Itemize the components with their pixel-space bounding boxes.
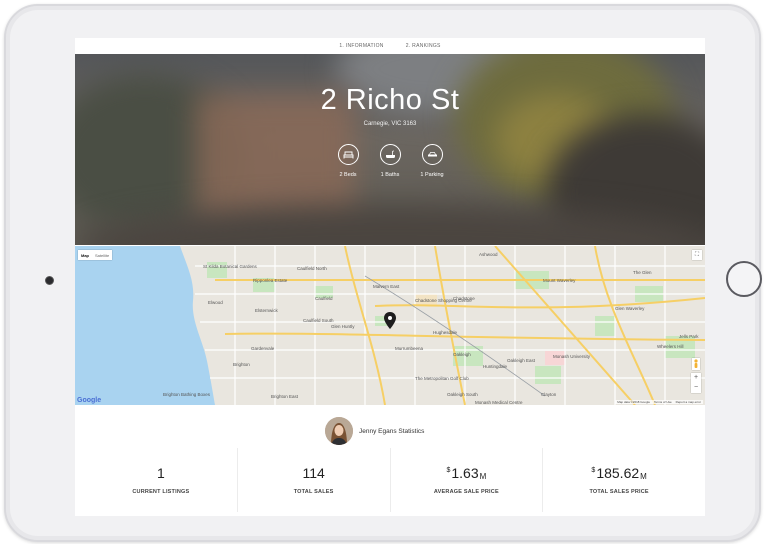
map-canvas: St Kilda Botanical Gardens Ripponlea Est… <box>75 246 705 405</box>
map-label: Chadstone <box>453 296 475 301</box>
map-label: Brighton Bathing Boxes <box>163 392 211 397</box>
map-label: Caulfield <box>315 296 333 301</box>
stat-label: AVERAGE SALE PRICE <box>433 489 499 495</box>
property-address: 2 Richo St <box>320 84 460 116</box>
map-label: Ripponlea Estate <box>253 278 288 283</box>
zoom-in-button[interactable]: + <box>691 373 701 383</box>
agent-stats: 1 CURRENT LISTINGS 114 TOTAL SALES $ 1.6… <box>85 448 695 512</box>
map-label: Ashwood <box>479 252 498 257</box>
map-label: Monash University <box>553 354 591 359</box>
property-hero: 2 Richo St Carnegie, VIC 3163 2 Beds 1 B… <box>75 54 705 245</box>
car-icon <box>421 144 443 165</box>
map-label: Oakleigh East <box>507 358 536 363</box>
map-label: Oakleigh <box>453 352 471 357</box>
stat-total-sales: 114 TOTAL SALES <box>238 448 391 512</box>
stat-value: 1.63 <box>451 465 479 481</box>
app-screen: 1. INFORMATION 2. RANKINGS 2 Richo St Ca… <box>75 38 705 516</box>
property-marker-icon[interactable] <box>384 312 396 329</box>
google-logo: Google <box>77 397 102 404</box>
stat-label: TOTAL SALES PRICE <box>589 489 649 495</box>
nav-information[interactable]: 1. INFORMATION <box>339 43 383 49</box>
map-label: The Metropolitan Golf Club <box>415 376 469 381</box>
feature-parking: 1 Parking <box>417 144 447 178</box>
bath-icon <box>379 144 401 165</box>
avatar <box>325 417 353 445</box>
map-label: Caulfield South <box>303 318 334 323</box>
map-label: Caulfield North <box>297 266 327 271</box>
map-label: St Kilda Botanical Gardens <box>203 264 258 269</box>
map-label: Malvern East <box>373 284 400 289</box>
top-nav: 1. INFORMATION 2. RANKINGS <box>75 38 705 54</box>
map-label: Monash Medical Centre <box>475 400 523 405</box>
map-label: Glen Huntly <box>331 324 355 329</box>
stat-label: CURRENT LISTINGS <box>132 489 190 495</box>
zoom-out-button[interactable]: − <box>691 383 701 393</box>
map-label: Brighton East <box>271 394 299 399</box>
stat-average-sale-price: $ 1.63 M AVERAGE SALE PRICE <box>391 448 544 512</box>
map-label: Oakleigh South <box>447 392 478 397</box>
street-view-icon[interactable] <box>692 358 700 370</box>
camera <box>45 276 54 285</box>
map-type-satellite-button[interactable]: Satellite <box>92 250 112 260</box>
nav-rankings[interactable]: 2. RANKINGS <box>406 43 441 49</box>
map-label: Jells Park <box>679 334 699 339</box>
map-label: Elsternwick <box>255 308 279 313</box>
feature-baths: 1 Baths <box>375 144 405 178</box>
feature-beds: 2 Beds <box>333 144 363 178</box>
map-label: The Glen <box>633 270 652 275</box>
map-label: Wheelers Hill <box>657 344 684 349</box>
stat-value: 1 <box>156 465 165 481</box>
report-map-error-link[interactable]: Report a map error <box>676 400 701 404</box>
map-label: Huntingdale <box>483 364 508 369</box>
map-label: Elwood <box>208 300 223 305</box>
map-label: Brighton <box>233 362 250 367</box>
map-label: Glen Waverley <box>615 306 645 311</box>
stat-total-sales-price: $ 185.62 M TOTAL SALES PRICE <box>589 465 649 495</box>
map-attribution: Map data ©2018 Google Terms of Use Repor… <box>615 400 703 404</box>
map-label: Gardenvale <box>251 346 275 351</box>
stat-value: 114 <box>302 465 325 481</box>
stat-value: 185.62 <box>596 465 640 481</box>
zoom-control: + − <box>691 373 701 393</box>
bed-icon <box>337 144 359 165</box>
stat-current-listings: 1 CURRENT LISTINGS <box>85 448 238 512</box>
fullscreen-icon[interactable]: ⛶ <box>692 250 702 260</box>
property-features: 2 Beds 1 Baths 1 Parking <box>75 144 705 178</box>
home-button[interactable] <box>726 261 762 297</box>
agent-name: Jenny Egans Statistics <box>359 427 425 435</box>
map-label: Murrumbeena <box>395 346 424 351</box>
terms-link[interactable]: Terms of Use <box>654 400 672 404</box>
map-type-control: Map Satellite <box>78 250 113 260</box>
agent-header: Jenny Egans Statistics <box>325 416 424 446</box>
map-label: Hughesdale <box>433 330 458 335</box>
map-type-map-button[interactable]: Map <box>78 250 92 260</box>
location-map[interactable]: St Kilda Botanical Gardens Ripponlea Est… <box>75 246 705 405</box>
map-label: Mount Waverley <box>543 278 576 283</box>
map-label: Clayton <box>541 392 557 397</box>
property-suburb: Carnegie, VIC 3163 <box>363 121 417 127</box>
stat-label: TOTAL SALES <box>293 489 334 495</box>
